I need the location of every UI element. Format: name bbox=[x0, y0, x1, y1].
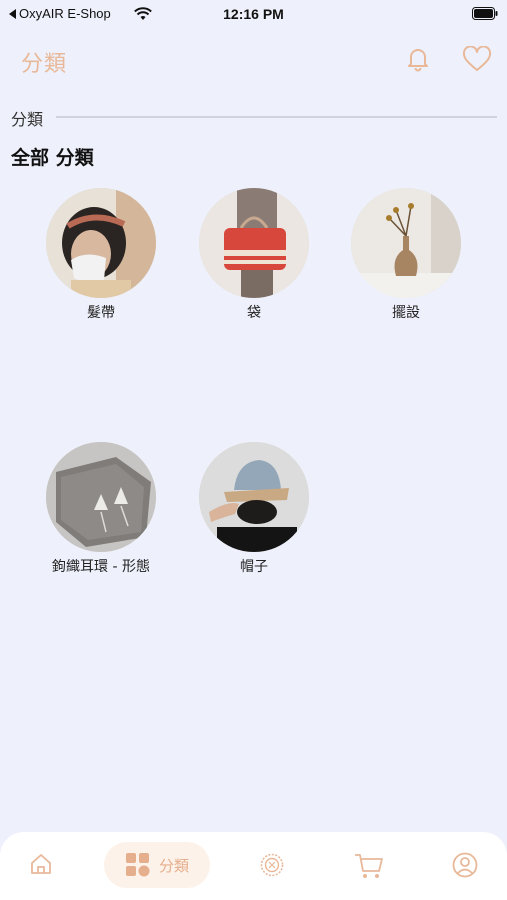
category-image-earrings bbox=[46, 442, 156, 552]
coin-icon bbox=[260, 853, 284, 877]
screen: OxyAIR E-Shop 12:16 PM 分類 分類 全部 分類 髮帶 袋 … bbox=[0, 0, 507, 900]
status-bar: OxyAIR E-Shop 12:16 PM bbox=[0, 0, 507, 30]
bottom-tab-bar: 分類 bbox=[0, 832, 507, 900]
tab-profile[interactable] bbox=[452, 852, 478, 878]
category-label: 髮帶 bbox=[87, 305, 115, 321]
heart-icon[interactable] bbox=[462, 46, 492, 72]
battery-icon bbox=[472, 7, 498, 20]
category-decor[interactable]: 擺設 bbox=[331, 188, 481, 322]
tab-cart[interactable] bbox=[354, 852, 384, 880]
section-divider bbox=[56, 116, 497, 118]
tab-category-label: 分類 bbox=[158, 856, 189, 875]
category-label: 擺設 bbox=[392, 305, 420, 321]
section-label: 分類 bbox=[11, 110, 44, 129]
tab-home[interactable] bbox=[29, 852, 53, 876]
tab-rewards[interactable] bbox=[259, 852, 285, 878]
profile-icon bbox=[452, 852, 478, 878]
category-bag[interactable]: 袋 bbox=[179, 188, 329, 322]
category-icon bbox=[125, 853, 150, 877]
bell-icon[interactable] bbox=[405, 46, 431, 72]
category-image-bag bbox=[199, 188, 309, 298]
category-label: 帽子 bbox=[240, 559, 268, 575]
category-earrings[interactable]: 鉤織耳環 - 形態 bbox=[26, 442, 176, 576]
category-hairband[interactable]: 髮帶 bbox=[26, 188, 176, 322]
tab-category[interactable]: 分類 bbox=[104, 842, 210, 888]
category-image-hat bbox=[199, 442, 309, 552]
category-image-hairband bbox=[46, 188, 156, 298]
all-categories-title: 全部 分類 bbox=[11, 147, 94, 169]
status-time: 12:16 PM bbox=[223, 6, 284, 22]
home-icon bbox=[31, 854, 51, 874]
category-image-decor bbox=[351, 188, 461, 298]
page-title: 分類 bbox=[21, 52, 68, 77]
category-label: 袋 bbox=[247, 305, 261, 321]
cart-icon bbox=[355, 854, 383, 878]
category-label: 鉤織耳環 - 形態 bbox=[52, 559, 150, 575]
category-hat[interactable]: 帽子 bbox=[179, 442, 329, 576]
